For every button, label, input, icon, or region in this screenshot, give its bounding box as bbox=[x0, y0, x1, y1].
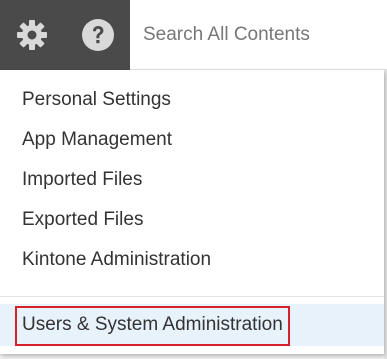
menu-item-imported-files[interactable]: Imported Files bbox=[0, 160, 384, 200]
search-area bbox=[130, 0, 387, 70]
menu-item-kintone-administration[interactable]: Kintone Administration bbox=[0, 240, 384, 280]
menu-item-users-system-administration[interactable]: Users & System Administration bbox=[0, 304, 384, 346]
menu-item-label: Imported Files bbox=[22, 169, 143, 190]
header-icon-bar bbox=[0, 0, 130, 70]
menu-item-label: App Management bbox=[22, 129, 172, 150]
question-circle-icon bbox=[82, 19, 114, 51]
header bbox=[0, 0, 387, 70]
settings-dropdown-menu: Personal Settings App Management Importe… bbox=[0, 70, 384, 354]
menu-item-exported-files[interactable]: Exported Files bbox=[0, 200, 384, 240]
gear-icon bbox=[17, 20, 47, 50]
menu-item-label: Kintone Administration bbox=[22, 249, 212, 270]
search-input[interactable] bbox=[130, 0, 387, 70]
settings-button[interactable] bbox=[15, 18, 49, 52]
menu-item-label: Exported Files bbox=[22, 209, 144, 230]
menu-item-app-management[interactable]: App Management bbox=[0, 120, 384, 160]
app-root: Personal Settings App Management Importe… bbox=[0, 0, 387, 359]
menu-item-label: Personal Settings bbox=[22, 89, 171, 110]
menu-divider bbox=[0, 296, 384, 297]
help-button[interactable] bbox=[81, 18, 115, 52]
menu-item-label: Users & System Administration bbox=[22, 314, 283, 335]
menu-item-personal-settings[interactable]: Personal Settings bbox=[0, 80, 384, 120]
